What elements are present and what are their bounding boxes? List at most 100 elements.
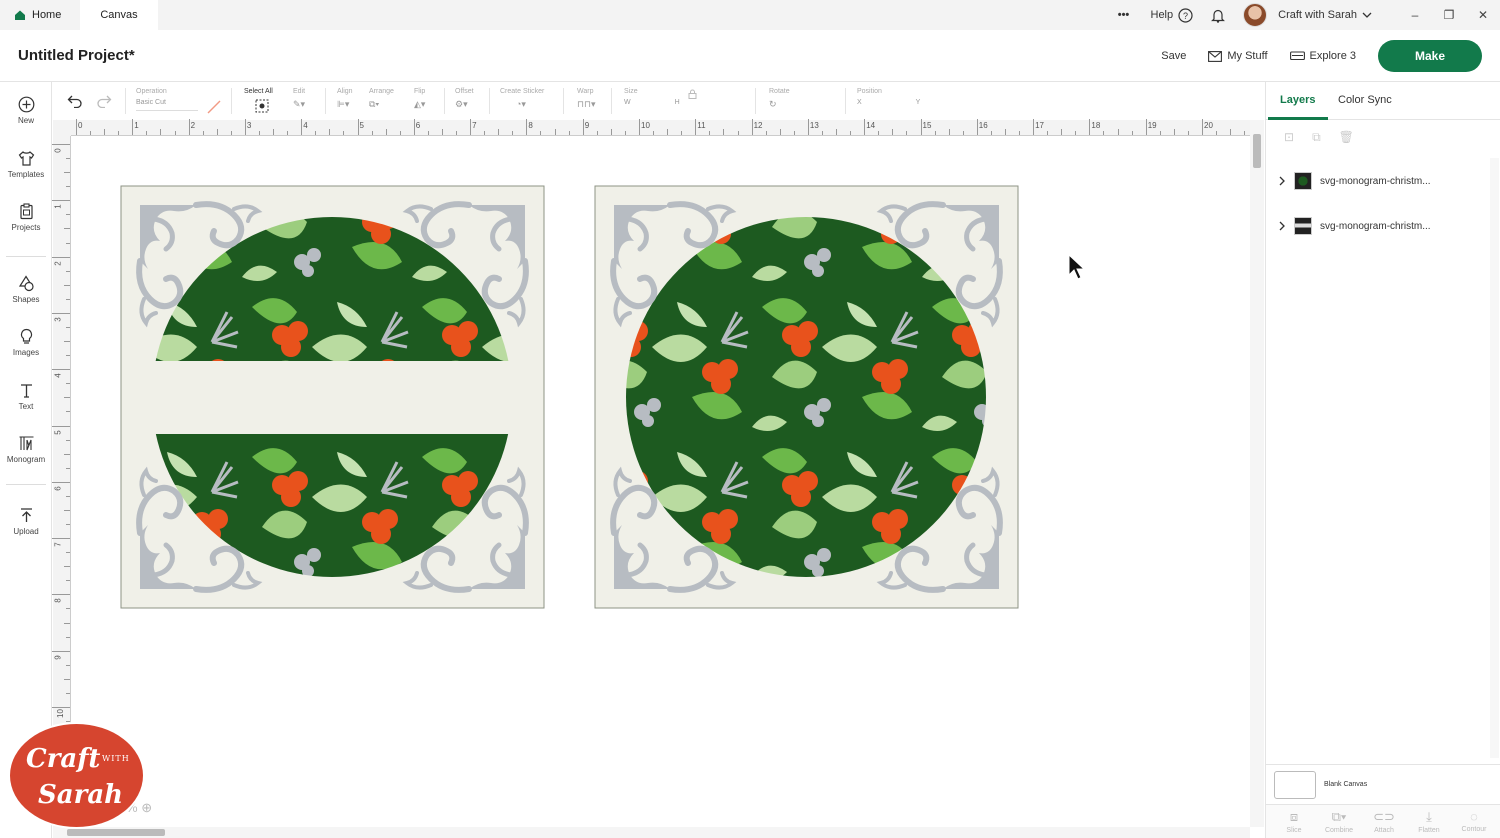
chevron-right-icon[interactable] (1278, 176, 1286, 186)
tab-layers[interactable]: Layers (1280, 94, 1315, 106)
size-h-field[interactable]: H (675, 99, 680, 111)
nav-images[interactable]: Images (0, 328, 52, 357)
delete-icon[interactable]: 🗑 (1339, 130, 1354, 145)
redo-icon[interactable] (96, 94, 112, 108)
ruler-tick (399, 131, 401, 135)
rotate-control[interactable]: Rotate ↻ (769, 88, 790, 111)
my-stuff-button[interactable]: My Stuff (1208, 50, 1268, 62)
ruler-number: 9 (584, 121, 590, 130)
ruler-tick (1187, 131, 1189, 135)
size-control[interactable]: Size W H (624, 88, 680, 111)
layer-row[interactable]: svg-monogram-christm... (1278, 213, 1488, 239)
undo-icon[interactable] (67, 94, 83, 108)
chevron-right-icon[interactable] (1278, 221, 1286, 231)
select-all-icon (255, 99, 269, 113)
no-color-slash-icon[interactable] (207, 100, 221, 114)
restore-window-icon[interactable]: ❐ (1432, 8, 1466, 22)
nav-new[interactable]: New (0, 96, 52, 125)
size-w-field[interactable]: W (624, 99, 631, 111)
minimize-window-icon[interactable]: – (1398, 8, 1432, 22)
position-control[interactable]: Position X Y (857, 88, 920, 111)
offset-control[interactable]: Offset ⚙▾ (455, 88, 474, 111)
mail-icon (1208, 50, 1223, 62)
attach-icon: ⊂⊃ (1373, 809, 1395, 824)
ruler-tick (66, 608, 70, 610)
nav-templates[interactable]: Templates (0, 150, 52, 179)
canvas-vertical-scrollbar[interactable] (1250, 120, 1264, 827)
duplicate-icon[interactable]: ⧉ (1312, 130, 1321, 145)
operation-control[interactable]: Operation Basic Cut (136, 88, 198, 111)
account-menu[interactable]: Craft with Sarah (1243, 3, 1372, 27)
canvas-horizontal-scrollbar[interactable] (53, 827, 1250, 838)
layer-row[interactable]: svg-monogram-christm... (1278, 168, 1488, 194)
more-options-icon[interactable]: ••• (1109, 9, 1139, 21)
flip-control[interactable]: Flip ◭▾ (414, 88, 425, 111)
toolbar-divider (755, 88, 756, 114)
position-y-field[interactable]: Y (916, 99, 921, 111)
ruler-tick (66, 326, 70, 328)
blank-canvas-row[interactable]: Blank Canvas (1266, 764, 1500, 804)
operation-select[interactable]: Basic Cut (136, 99, 198, 111)
tab-color-sync[interactable]: Color Sync (1338, 94, 1392, 106)
card-design-circle[interactable] (594, 185, 1019, 609)
flip-label: Flip (414, 88, 426, 95)
machine-label: Explore 3 (1309, 50, 1356, 62)
ruler-tick (64, 172, 70, 174)
ruler-tick (540, 131, 542, 135)
warp-control[interactable]: Warp ⊓⊓▾ (577, 88, 596, 111)
position-x-field[interactable]: X (857, 99, 862, 111)
arrange-icon: ⧉▾ (369, 99, 380, 109)
nav-upload[interactable]: Upload (0, 507, 52, 536)
layer-thumbnail (1294, 217, 1312, 235)
help-button[interactable]: Help ? (1151, 7, 1194, 23)
nav-text[interactable]: Text (0, 382, 52, 411)
ruler-tick (66, 411, 70, 413)
ruler-tick (244, 119, 246, 135)
ruler-tick (990, 131, 992, 135)
horizontal-scroll-thumb[interactable] (67, 829, 165, 836)
rotate-label: Rotate (769, 88, 790, 95)
ruler-tick (52, 200, 70, 202)
select-all-control[interactable]: Select All (244, 88, 273, 115)
create-sticker-control[interactable]: Create Sticker ◔▾ (500, 88, 544, 111)
arrange-control[interactable]: Arrange ⧉▾ (369, 88, 394, 111)
project-title[interactable]: Untitled Project* (18, 47, 135, 64)
ruler-number: 14 (866, 121, 876, 130)
slice-button[interactable]: ⧈ Slice (1272, 809, 1316, 834)
edit-control[interactable]: Edit ✎▾ (293, 88, 305, 111)
card-design-split[interactable] (120, 185, 545, 609)
contour-button[interactable]: ◌ Contour (1452, 809, 1496, 833)
contour-label: Contour (1461, 826, 1487, 833)
align-control[interactable]: Align ⊫▾ (337, 88, 353, 111)
ruler-number: 4 (303, 121, 308, 130)
nav-projects[interactable]: Projects (0, 203, 52, 232)
flatten-button[interactable]: ⤓ Flatten (1407, 809, 1451, 834)
ruler-number: 4 (53, 373, 63, 378)
save-button[interactable]: Save (1161, 50, 1186, 62)
close-window-icon[interactable]: ✕ (1466, 8, 1500, 22)
shirt-icon (18, 151, 34, 166)
notifications-bell-icon[interactable] (1211, 8, 1226, 23)
create-sticker-label: Create Sticker (500, 88, 545, 95)
make-button[interactable]: Make (1378, 40, 1482, 72)
ruler-tick (1103, 131, 1105, 135)
zoom-in-icon[interactable]: ⊕ (141, 800, 152, 815)
ruler-tick (104, 129, 106, 135)
ruler-number: 5 (359, 121, 364, 130)
text-icon (20, 384, 32, 398)
vertical-scroll-thumb[interactable] (1253, 134, 1261, 168)
nav-shapes[interactable]: Shapes (0, 275, 52, 304)
group-icon[interactable]: ⊡ (1284, 130, 1294, 145)
layers-scrollbar[interactable] (1490, 158, 1499, 758)
tab-home[interactable]: Home (0, 0, 80, 30)
ruler-tick (948, 129, 950, 135)
blank-canvas-swatch[interactable] (1274, 770, 1316, 799)
design-canvas[interactable] (72, 137, 1250, 827)
attach-button[interactable]: ⊂⊃ Attach (1362, 809, 1406, 834)
nav-monogram[interactable]: Monogram (0, 435, 52, 464)
ruler-number: 7 (472, 121, 477, 130)
machine-selector[interactable]: Explore 3 (1289, 50, 1356, 62)
tab-canvas[interactable]: Canvas (80, 0, 158, 30)
combine-button[interactable]: ⧉▾ Combine (1317, 809, 1361, 834)
lock-icon[interactable] (688, 89, 697, 99)
